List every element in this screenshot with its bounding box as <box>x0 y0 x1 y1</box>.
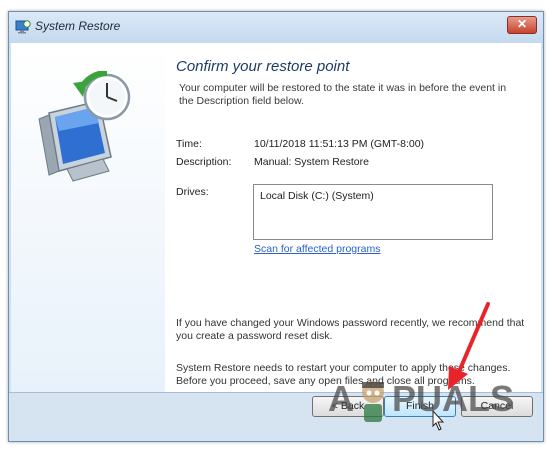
description-value: Manual: System Restore <box>254 156 369 168</box>
red-arrow-annotation <box>448 302 490 390</box>
page-title: Confirm your restore point <box>176 58 350 75</box>
list-item[interactable]: Local Disk (C:) (System) <box>260 190 374 202</box>
sidebar-panel <box>11 43 165 392</box>
computer-restore-clock-icon <box>38 71 131 182</box>
drives-list[interactable]: Local Disk (C:) (System) <box>253 184 493 240</box>
system-restore-icon <box>15 20 31 34</box>
close-button[interactable]: ✕ <box>507 16 537 34</box>
description-label: Description: <box>176 156 232 168</box>
watermark-text-left: A <box>328 378 354 419</box>
time-label: Time: <box>176 138 202 150</box>
mascot-icon <box>362 381 384 422</box>
window-title: System Restore <box>35 19 121 33</box>
scan-affected-programs-link[interactable]: Scan for affected programs <box>254 243 380 255</box>
time-value: 10/11/2018 11:51:13 PM (GMT-8:00) <box>254 138 425 150</box>
drives-label: Drives: <box>176 186 209 198</box>
title-bar[interactable]: System Restore ✕ <box>9 12 543 43</box>
mouse-pointer-icon <box>432 409 445 431</box>
close-icon: ✕ <box>516 17 528 31</box>
intro-text: Your computer will be restored to the st… <box>179 82 507 107</box>
